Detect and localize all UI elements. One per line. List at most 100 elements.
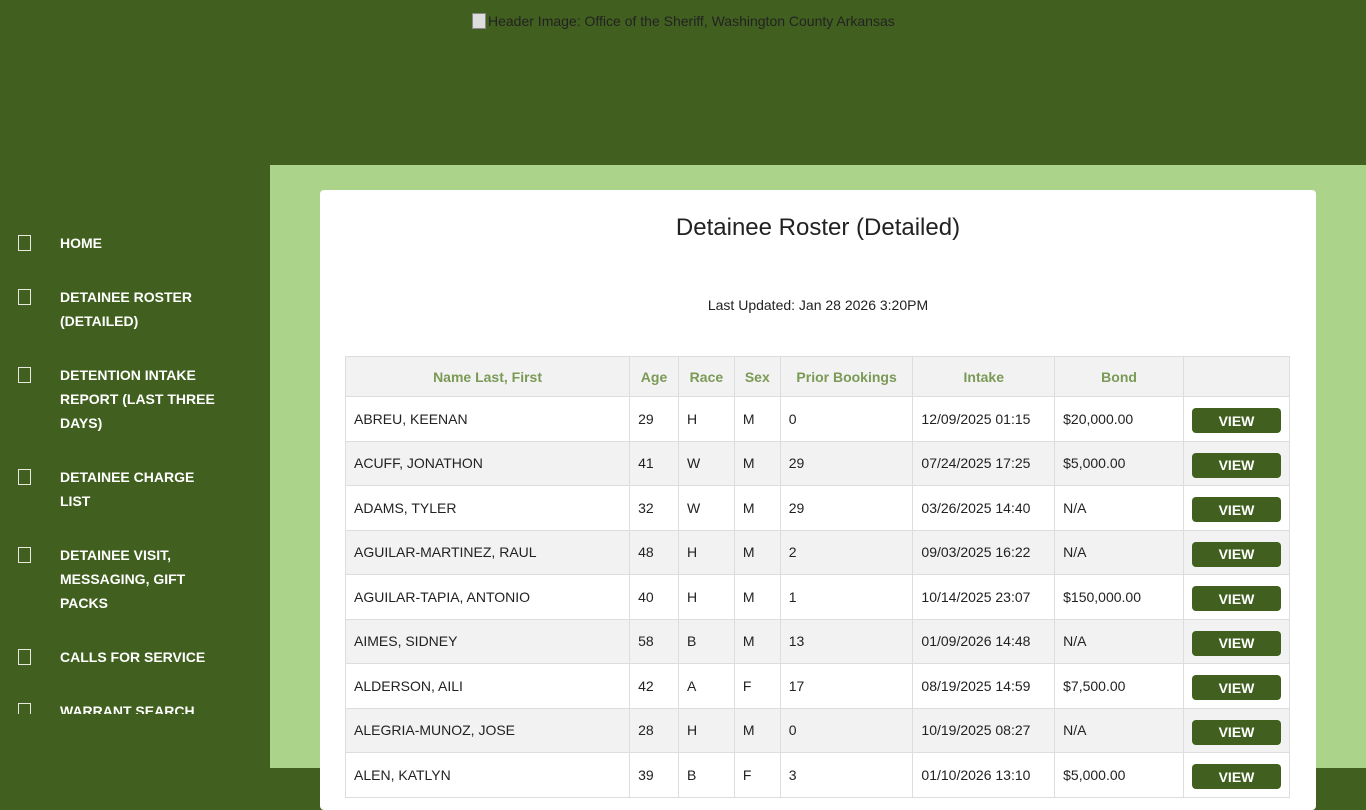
view-button[interactable]: VIEW	[1191, 452, 1281, 478]
action-cell: VIEW	[1182, 529, 1291, 575]
intake-cell: 01/09/2026 14:48	[912, 618, 1056, 664]
action-cell: VIEW	[1182, 752, 1291, 798]
view-button[interactable]: VIEW	[1191, 408, 1281, 434]
race-cell: H	[677, 396, 735, 442]
view-button[interactable]: VIEW	[1191, 630, 1281, 656]
sex-cell: M	[733, 529, 781, 575]
age-cell: 58	[629, 618, 679, 664]
bond-cell: N/A	[1054, 707, 1184, 753]
age-cell: 32	[629, 485, 679, 531]
action-cell: VIEW	[1182, 618, 1291, 664]
header-image: Header Image: Office of the Sheriff, Was…	[472, 13, 895, 29]
age-cell: 29	[629, 396, 679, 442]
race-cell: W	[677, 440, 735, 486]
sidebar-item-label: DETENTION INTAKE REPORT (LAST THREE DAYS…	[60, 367, 215, 431]
race-cell: W	[677, 485, 735, 531]
table-header-row: Name Last, First Age Race Sex Prior Bookings…	[344, 356, 1291, 397]
intake-cell: 01/10/2026 13:10	[912, 752, 1056, 798]
view-button[interactable]: VIEW	[1191, 497, 1281, 523]
race-cell: B	[677, 752, 735, 798]
table-row: AGUILAR-MARTINEZ, RAUL 48 H M 2 09/03/2025 16…	[344, 529, 1291, 575]
race-cell: H	[677, 529, 735, 575]
sidebar-item-detainee-charge-list[interactable]: DETAINEE CHARGE LIST	[0, 465, 220, 513]
age-cell: 40	[629, 574, 679, 620]
prior-bookings-cell: 29	[779, 440, 914, 486]
name-cell: ABREU, KEENAN	[344, 396, 631, 442]
age-cell: 41	[629, 440, 679, 486]
intake-cell: 09/03/2025 16:22	[912, 529, 1056, 575]
prior-bookings-cell: 17	[779, 663, 914, 709]
column-header	[1182, 356, 1291, 397]
bond-cell: $5,000.00	[1054, 440, 1184, 486]
sidebar-item-label: WARRANT SEARCH	[60, 703, 195, 714]
sidebar-item-home[interactable]: HOME	[0, 231, 220, 255]
view-button[interactable]: VIEW	[1191, 541, 1281, 567]
prior-bookings-cell: 29	[779, 485, 914, 531]
main-content: Detainee Roster (Detailed) Last Updated:…	[270, 165, 1366, 810]
sidebar-item-calls-for-service[interactable]: CALLS FOR SERVICE	[0, 645, 220, 669]
age-cell: 48	[629, 529, 679, 575]
intake-cell: 10/19/2025 08:27	[912, 707, 1056, 753]
view-button[interactable]: VIEW	[1191, 719, 1281, 745]
sidebar-item-detention-intake-report-last-three-days[interactable]: DETENTION INTAKE REPORT (LAST THREE DAYS…	[0, 363, 220, 435]
action-cell: VIEW	[1182, 663, 1291, 709]
name-cell: AGUILAR-MARTINEZ, RAUL	[344, 529, 631, 575]
table-row: ALDERSON, AILI 42 A F 17 08/19/2025 14:59 $7,5…	[344, 663, 1291, 709]
table-row: ADAMS, TYLER 32 W M 29 03/26/2025 14:40 N/A VIE…	[344, 485, 1291, 531]
prior-bookings-cell: 2	[779, 529, 914, 575]
content-card: Detainee Roster (Detailed) Last Updated:…	[320, 190, 1316, 810]
sex-cell: M	[733, 396, 781, 442]
menu-item-icon	[18, 547, 31, 563]
prior-bookings-cell: 0	[779, 396, 914, 442]
name-cell: ALEGRIA-MUNOZ, JOSE	[344, 707, 631, 753]
bond-cell: $150,000.00	[1054, 574, 1184, 620]
name-cell: ALEN, KATLYN	[344, 752, 631, 798]
prior-bookings-cell: 13	[779, 618, 914, 664]
bond-cell: N/A	[1054, 529, 1184, 575]
prior-bookings-cell: 0	[779, 707, 914, 753]
race-cell: A	[677, 663, 735, 709]
table-row: ALEN, KATLYN 39 B F 3 01/10/2026 13:10 $5,000.…	[344, 752, 1291, 798]
column-header: Sex	[733, 356, 781, 397]
sidebar-item-label: CALLS FOR SERVICE	[60, 649, 206, 665]
bond-cell: $20,000.00	[1054, 396, 1184, 442]
table-row: AGUILAR-TAPIA, ANTONIO 40 H M 1 10/14/2025 23…	[344, 574, 1291, 620]
bond-cell: $7,500.00	[1054, 663, 1184, 709]
race-cell: H	[677, 574, 735, 620]
header-image-alt: Header Image: Office of the Sheriff, Was…	[488, 13, 895, 29]
menu-item-icon	[18, 469, 31, 485]
sex-cell: F	[733, 752, 781, 798]
broken-image-icon	[472, 13, 486, 29]
action-cell: VIEW	[1182, 396, 1291, 442]
sidebar-item-detainee-roster-detailed[interactable]: DETAINEE ROSTER (DETAILED)	[0, 285, 220, 333]
race-cell: H	[677, 707, 735, 753]
name-cell: AIMES, SIDNEY	[344, 618, 631, 664]
menu-item-icon	[18, 703, 31, 714]
column-header: Bond	[1054, 356, 1184, 397]
intake-cell: 07/24/2025 17:25	[912, 440, 1056, 486]
sex-cell: M	[733, 618, 781, 664]
prior-bookings-cell: 1	[779, 574, 914, 620]
view-button[interactable]: VIEW	[1191, 675, 1281, 701]
column-header: Age	[629, 356, 679, 397]
intake-cell: 12/09/2025 01:15	[912, 396, 1056, 442]
race-cell: B	[677, 618, 735, 664]
column-header: Race	[677, 356, 735, 397]
menu-item-icon	[18, 235, 31, 251]
view-button[interactable]: VIEW	[1191, 764, 1281, 790]
sidebar-item-detainee-visit-messaging-gift-packs[interactable]: DETAINEE VISIT, MESSAGING, GIFT PACKS	[0, 543, 220, 615]
last-updated: Last Updated: Jan 28 2026 3:20PM	[707, 297, 929, 313]
sidebar-item-label: HOME	[60, 235, 102, 251]
menu-item-icon	[18, 367, 31, 383]
table-row: ABREU, KEENAN 29 H M 0 12/09/2025 01:15 $20,00…	[344, 396, 1291, 442]
prior-bookings-cell: 3	[779, 752, 914, 798]
menu-item-icon	[18, 289, 31, 305]
view-button[interactable]: VIEW	[1191, 586, 1281, 612]
sidebar-item-label: DETAINEE CHARGE LIST	[60, 469, 195, 509]
sidebar-item-warrant-search[interactable]: WARRANT SEARCH	[0, 699, 220, 714]
sex-cell: M	[733, 440, 781, 486]
sex-cell: M	[733, 485, 781, 531]
bond-cell: N/A	[1054, 618, 1184, 664]
column-header: Intake	[912, 356, 1056, 397]
age-cell: 42	[629, 663, 679, 709]
